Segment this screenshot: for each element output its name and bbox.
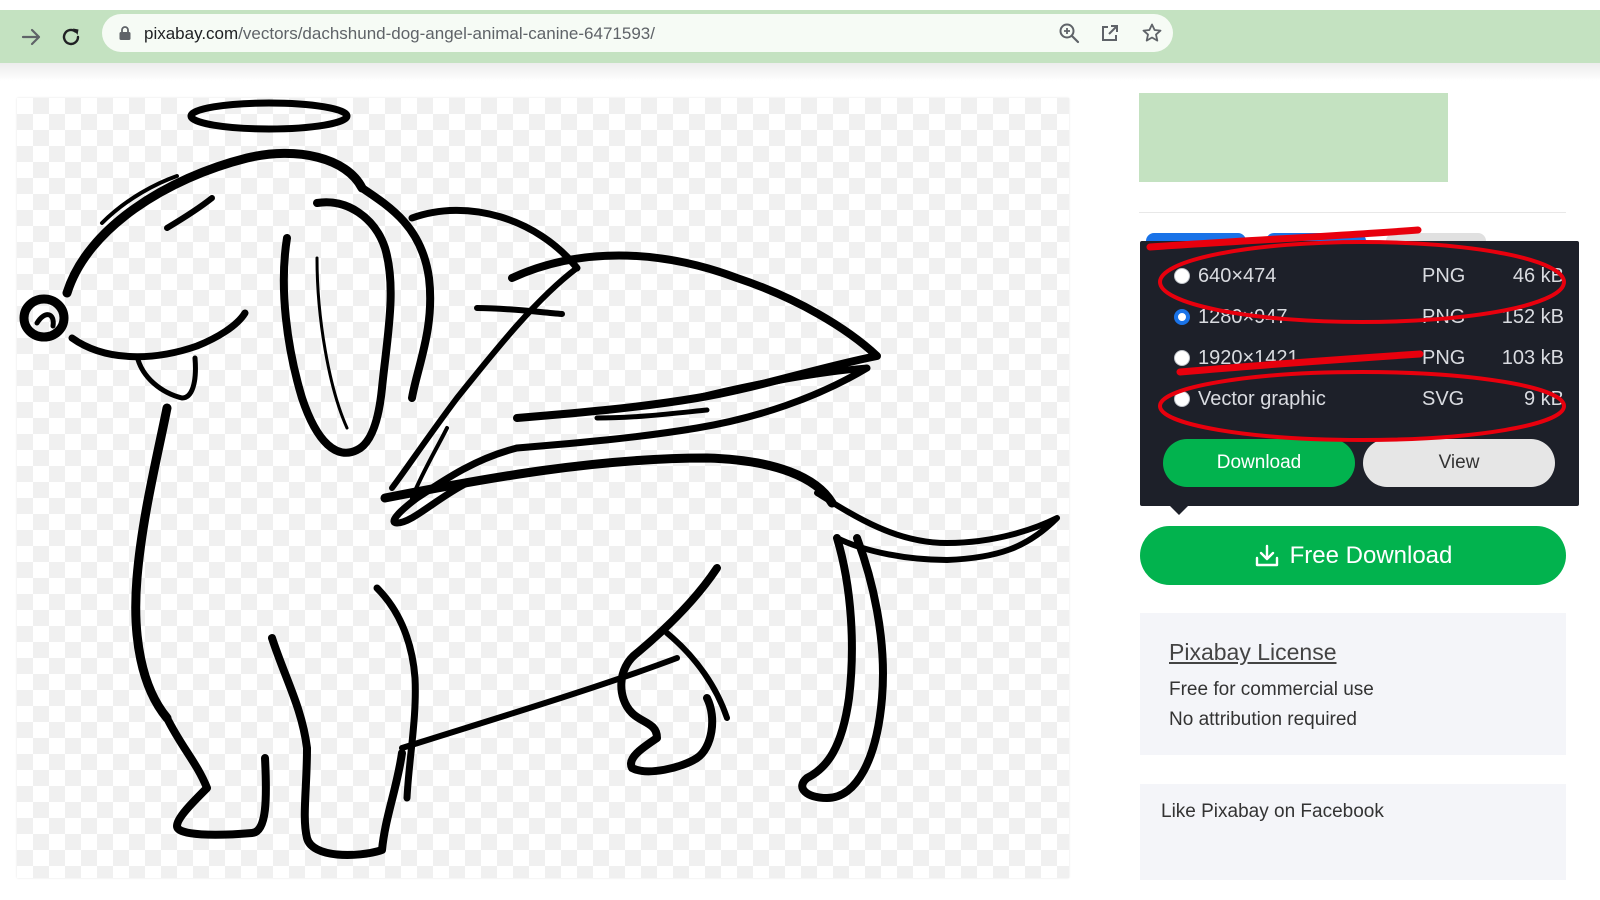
option-resolution: 1280×947 — [1198, 306, 1288, 328]
option-1920x1421[interactable]: 1920×1421 PNG 103 kB — [1174, 347, 1564, 377]
free-download-label: Free Download — [1289, 541, 1453, 569]
back-arrow-icon[interactable] — [18, 24, 44, 50]
browser-toolbar: pixabay.com/vectors/dachshund-dog-angel-… — [0, 10, 1600, 63]
star-icon[interactable] — [1140, 21, 1164, 45]
download-icon — [1254, 543, 1280, 569]
lock-icon[interactable] — [118, 25, 132, 46]
option-640x474[interactable]: 640×474 PNG 46 kB — [1174, 265, 1564, 295]
option-format: SVG — [1422, 388, 1465, 410]
facebook-card: Like Pixabay on Facebook — [1140, 784, 1566, 880]
license-line-commercial: Free for commercial use — [1169, 679, 1374, 700]
reload-icon[interactable] — [58, 24, 84, 50]
option-size: 103 kB — [1501, 347, 1564, 369]
share-icon[interactable] — [1098, 21, 1122, 45]
sidebar-divider — [1139, 212, 1566, 213]
option-format: PNG — [1422, 306, 1466, 328]
option-size: 46 kB — [1512, 265, 1564, 287]
radio-640x474[interactable] — [1174, 268, 1190, 284]
option-format: PNG — [1422, 265, 1466, 287]
option-size: 152 kB — [1501, 306, 1564, 328]
option-size: 9 kB — [1523, 388, 1564, 410]
download-button[interactable]: Download — [1163, 439, 1355, 487]
option-format: PNG — [1422, 347, 1466, 369]
option-resolution: 1920×1421 — [1198, 347, 1299, 369]
option-1280x947[interactable]: 1280×947 PNG 152 kB — [1174, 306, 1564, 336]
facebook-like-text: Like Pixabay on Facebook — [1161, 801, 1384, 822]
option-vector-graphic[interactable]: Vector graphic SVG 9 kB — [1174, 388, 1564, 418]
radio-1920x1421[interactable] — [1174, 350, 1190, 366]
license-link[interactable]: Pixabay License — [1169, 639, 1337, 666]
zoom-icon[interactable] — [1057, 21, 1081, 45]
ad-placeholder — [1139, 93, 1448, 182]
radio-1280x947[interactable] — [1174, 309, 1190, 325]
license-card: Pixabay License Free for commercial use … — [1140, 613, 1566, 755]
license-line-attribution: No attribution required — [1169, 709, 1357, 730]
free-download-button[interactable]: Free Download — [1140, 526, 1566, 585]
download-size-panel: 640×474 PNG 46 kB 1280×947 PNG 152 kB 19… — [1140, 241, 1579, 506]
dachshund-angel-illustration — [19, 99, 1060, 859]
page-top-shadow — [0, 63, 1600, 81]
panel-pointer — [1170, 506, 1188, 515]
radio-vector-graphic[interactable] — [1174, 391, 1190, 407]
image-preview[interactable] — [17, 98, 1069, 878]
option-resolution: 640×474 — [1198, 265, 1277, 287]
address-bar[interactable]: pixabay.com/vectors/dachshund-dog-angel-… — [102, 14, 1173, 52]
option-resolution: Vector graphic — [1198, 388, 1326, 410]
url-host: pixabay.com — [144, 24, 239, 43]
view-button[interactable]: View — [1363, 439, 1555, 487]
url-text: pixabay.com/vectors/dachshund-dog-angel-… — [144, 24, 655, 44]
url-path: /vectors/dachshund-dog-angel-animal-cani… — [238, 24, 655, 43]
